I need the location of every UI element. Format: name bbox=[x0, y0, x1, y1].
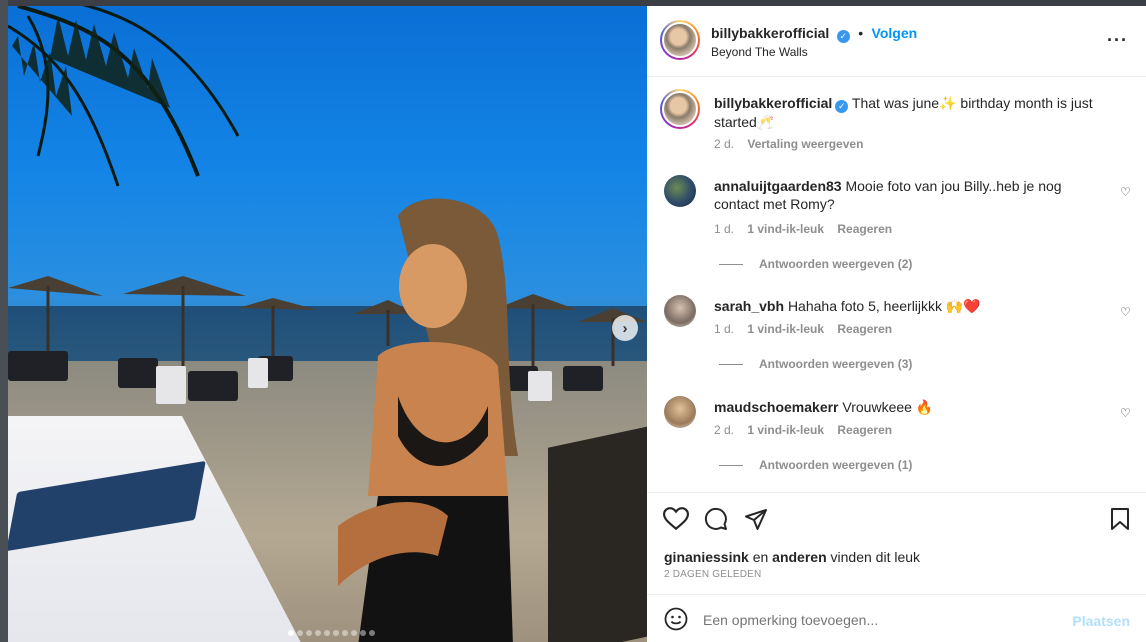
more-horizontal-icon[interactable]: ··· bbox=[1107, 30, 1128, 51]
reply-button[interactable]: Reageren bbox=[837, 423, 892, 437]
heart-icon[interactable] bbox=[663, 507, 689, 531]
commenter-username[interactable]: maudschoemakerr bbox=[714, 399, 839, 415]
author-username[interactable]: billybakkerofficial bbox=[711, 25, 829, 41]
bookmark-icon[interactable] bbox=[1110, 507, 1130, 531]
caption-age: 2 d. bbox=[714, 137, 735, 151]
carousel-dot bbox=[351, 630, 357, 636]
reply-divider bbox=[719, 264, 743, 266]
post-photo[interactable]: › bbox=[8, 6, 647, 642]
emoji-icon[interactable] bbox=[664, 607, 688, 631]
carousel-dot bbox=[315, 630, 321, 636]
comment-age: 1 d. bbox=[714, 322, 735, 336]
commenter-avatar[interactable] bbox=[664, 396, 696, 428]
backdrop-edge bbox=[0, 0, 8, 642]
reply-button[interactable]: Reageren bbox=[837, 322, 892, 336]
beach-umbrellas bbox=[8, 276, 647, 404]
comment-like-icon[interactable]: ♡ bbox=[1120, 406, 1132, 420]
location-link[interactable]: Beyond The Walls bbox=[711, 45, 808, 59]
comment-icon[interactable] bbox=[704, 507, 728, 531]
comment-item: sarah_vbh Hahaha foto 5, heerlijkkk 🙌❤️ … bbox=[647, 290, 1146, 390]
liker-username[interactable]: ginaniessink bbox=[664, 549, 749, 565]
follow-button[interactable]: Volgen bbox=[872, 25, 918, 41]
carousel-dot bbox=[360, 630, 366, 636]
likers-link[interactable]: anderen bbox=[772, 549, 826, 565]
view-replies-button[interactable]: Antwoorden weergeven (1) bbox=[759, 458, 912, 472]
reply-divider bbox=[719, 465, 743, 467]
caption: billybakkerofficial ✓ That was june✨ birt… bbox=[647, 77, 1146, 157]
comment-age: 1 d. bbox=[714, 222, 735, 236]
author-avatar[interactable] bbox=[660, 20, 700, 60]
comment-composer: Plaatsen bbox=[647, 594, 1146, 642]
chair bbox=[548, 424, 647, 642]
comment-text: Hahaha foto 5, heerlijkkk 🙌❤️ bbox=[787, 298, 981, 314]
carousel-indicator bbox=[288, 630, 375, 636]
commenter-username[interactable]: annaluijtgaarden83 bbox=[714, 178, 842, 194]
commenter-avatar[interactable] bbox=[664, 175, 696, 207]
carousel-dot bbox=[333, 630, 339, 636]
commenter-username[interactable]: sarah_vbh bbox=[714, 298, 784, 314]
post-timestamp[interactable]: 2 DAGEN GELEDEN bbox=[664, 569, 761, 580]
carousel-dot bbox=[342, 630, 348, 636]
view-replies-button[interactable]: Antwoorden weergeven (2) bbox=[759, 257, 912, 271]
next-slide-button[interactable]: › bbox=[612, 315, 638, 341]
view-replies-button[interactable]: Antwoorden weergeven (3) bbox=[759, 357, 912, 371]
reply-button[interactable]: Reageren bbox=[837, 222, 892, 236]
commenter-avatar[interactable] bbox=[664, 295, 696, 327]
woman-in-photo bbox=[338, 198, 518, 642]
post-side-panel: billybakkerofficial ✓ • Volgen Beyond Th… bbox=[647, 6, 1146, 642]
carousel-dot bbox=[324, 630, 330, 636]
verified-badge-icon: ✓ bbox=[836, 30, 850, 43]
comment-item: annaluijtgaarden83 Mooie foto van jou Bi… bbox=[647, 170, 1146, 271]
palm-tree bbox=[8, 6, 240, 187]
comment-likes[interactable]: 1 vind-ik-leuk bbox=[747, 222, 824, 236]
translate-link[interactable]: Vertaling weergeven bbox=[747, 137, 863, 151]
carousel-dot bbox=[369, 630, 375, 636]
share-icon[interactable] bbox=[744, 507, 768, 531]
comment-age: 2 d. bbox=[714, 423, 735, 437]
comment-likes[interactable]: 1 vind-ik-leuk bbox=[747, 322, 824, 336]
carousel-dot bbox=[288, 630, 294, 636]
comment-like-icon[interactable]: ♡ bbox=[1120, 185, 1132, 199]
comment-like-icon[interactable]: ♡ bbox=[1120, 305, 1132, 319]
carousel-dot bbox=[297, 630, 303, 636]
reply-divider bbox=[719, 364, 743, 366]
post-comment-button[interactable]: Plaatsen bbox=[1072, 613, 1130, 629]
separator: • bbox=[858, 25, 864, 41]
carousel-dot bbox=[306, 630, 312, 636]
comment-likes[interactable]: 1 vind-ik-leuk bbox=[747, 423, 824, 437]
caption-username[interactable]: billybakkerofficial bbox=[714, 95, 832, 111]
caption-avatar[interactable] bbox=[660, 89, 700, 129]
chevron-right-icon: › bbox=[622, 319, 628, 337]
likes-summary: ginaniessink en anderen vinden dit leuk bbox=[664, 549, 921, 565]
comment-item: maudschoemakerr Vrouwkeee 🔥 ♡ 2 d. 1 vin… bbox=[647, 391, 1146, 491]
comment-text: Vrouwkeee 🔥 bbox=[842, 399, 934, 415]
post-header: billybakkerofficial ✓ • Volgen Beyond Th… bbox=[647, 6, 1146, 77]
verified-badge-icon: ✓ bbox=[835, 99, 849, 113]
comment-input[interactable] bbox=[703, 609, 1063, 631]
